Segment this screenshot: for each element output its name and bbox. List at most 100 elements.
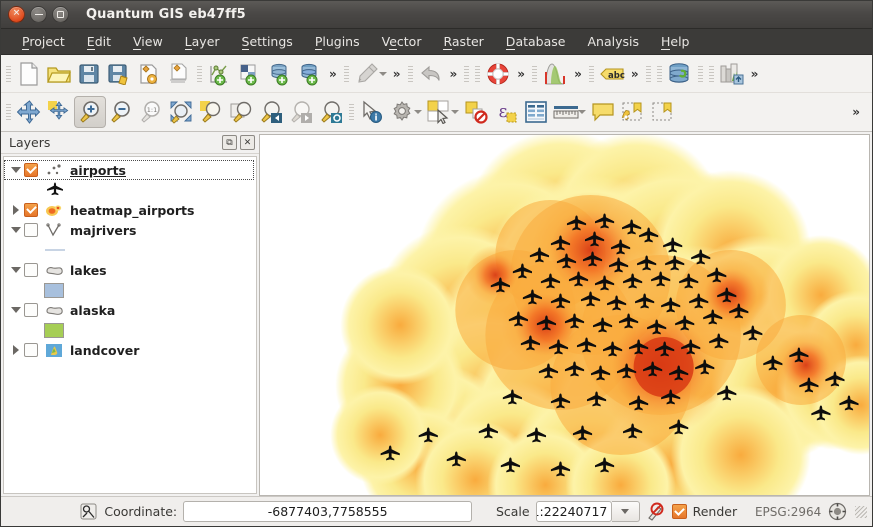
- layer-checkbox-alaska[interactable]: [24, 303, 38, 317]
- expand-toggle-airports[interactable]: [8, 167, 24, 173]
- menu-database[interactable]: Database: [495, 31, 577, 52]
- layer-checkbox-majrivers[interactable]: [24, 223, 38, 237]
- help-lifebuoy-icon[interactable]: [483, 58, 513, 90]
- overflow-chevron[interactable]: »: [325, 67, 341, 81]
- toolbar-grip[interactable]: [698, 66, 703, 82]
- toggle-editing-pencil-icon[interactable]: [352, 58, 382, 90]
- overflow-chevron[interactable]: »: [627, 67, 643, 81]
- new-project-icon[interactable]: [14, 58, 44, 90]
- label-abc-icon[interactable]: abc: [597, 58, 627, 90]
- menu-view[interactable]: View: [122, 31, 174, 52]
- toolbar-grip[interactable]: [349, 104, 354, 120]
- select-features-icon[interactable]: [424, 96, 454, 128]
- zoom-next-icon[interactable]: [286, 96, 316, 128]
- crs-globe-icon[interactable]: [827, 502, 847, 522]
- identify-features-icon[interactable]: i: [357, 96, 387, 128]
- add-spatialite-layer-icon[interactable]: [295, 58, 325, 90]
- layer-checkbox-lakes[interactable]: [24, 263, 38, 277]
- overflow-chevron[interactable]: »: [570, 67, 586, 81]
- toolbar-grip[interactable]: [657, 66, 662, 82]
- add-postgis-layer-icon[interactable]: [265, 58, 295, 90]
- zoom-to-selection-icon[interactable]: [196, 96, 226, 128]
- pan-to-selection-icon[interactable]: [44, 96, 74, 128]
- expand-toggle-alaska[interactable]: [8, 307, 24, 313]
- layer-checkbox-airports[interactable]: [24, 163, 38, 177]
- select-by-expression-icon[interactable]: ε: [491, 96, 521, 128]
- zoom-actual-size-icon[interactable]: 1:1: [136, 96, 166, 128]
- layer-row-landcover[interactable]: landcover: [4, 340, 256, 360]
- toolbar-grip[interactable]: [475, 66, 480, 82]
- histogram-icon[interactable]: [540, 58, 570, 90]
- refresh-icon[interactable]: [316, 96, 346, 128]
- menu-raster[interactable]: Raster: [432, 31, 494, 52]
- coordinate-capture-icon[interactable]: [78, 502, 98, 522]
- show-bookmarks-icon[interactable]: [648, 96, 678, 128]
- layer-row-alaska[interactable]: alaska: [4, 300, 256, 320]
- menu-vector[interactable]: Vector: [371, 31, 433, 52]
- toolbar-grip[interactable]: [464, 66, 469, 82]
- close-panel-button[interactable]: ✕: [240, 135, 255, 150]
- layers-tree[interactable]: airports heatmap_airports: [3, 156, 257, 494]
- pan-map-icon[interactable]: [14, 96, 44, 128]
- db-manager-icon[interactable]: [665, 58, 695, 90]
- new-bookmark-icon[interactable]: [618, 96, 648, 128]
- zoom-to-layer-icon[interactable]: [226, 96, 256, 128]
- menu-settings[interactable]: Settings: [231, 31, 304, 52]
- expand-toggle-majrivers[interactable]: [8, 227, 24, 233]
- layer-row-lakes[interactable]: lakes: [4, 260, 256, 280]
- zoom-full-icon[interactable]: [166, 96, 196, 128]
- map-canvas[interactable]: [259, 134, 870, 496]
- overflow-chevron[interactable]: »: [389, 67, 405, 81]
- measure-line-icon[interactable]: [551, 96, 581, 128]
- render-checkbox[interactable]: [672, 504, 687, 519]
- zoom-in-icon[interactable]: [74, 96, 106, 128]
- menu-layer[interactable]: Layer: [174, 31, 231, 52]
- layer-row-majrivers[interactable]: majrivers: [4, 220, 256, 240]
- menu-project[interactable]: Project: [11, 31, 76, 52]
- toolbar-grip[interactable]: [532, 66, 537, 82]
- float-panel-button[interactable]: ⧉: [222, 135, 237, 150]
- raster-terrain-icon[interactable]: [717, 58, 747, 90]
- save-project-as-icon[interactable]: [104, 58, 134, 90]
- save-project-icon[interactable]: [74, 58, 104, 90]
- menu-plugins[interactable]: Plugins: [304, 31, 371, 52]
- scale-combobox[interactable]: 1:22240717: [536, 501, 640, 522]
- expand-toggle-heatmap_airports[interactable]: [8, 205, 24, 215]
- layer-row-airports[interactable]: airports: [4, 160, 254, 180]
- zoom-out-icon[interactable]: [106, 96, 136, 128]
- layer-checkbox-heatmap_airports[interactable]: [24, 203, 38, 217]
- layer-checkbox-landcover[interactable]: [24, 343, 38, 357]
- open-project-icon[interactable]: [44, 58, 74, 90]
- chevron-down-icon[interactable]: [612, 501, 640, 522]
- toolbar-grip[interactable]: [6, 104, 11, 120]
- toolbar-grip[interactable]: [709, 66, 714, 82]
- expand-toggle-lakes[interactable]: [8, 267, 24, 273]
- minimize-window-button[interactable]: [30, 6, 47, 23]
- composer-manager-icon[interactable]: [164, 58, 194, 90]
- toolbar-grip[interactable]: [197, 66, 202, 82]
- overflow-chevron[interactable]: »: [747, 67, 763, 81]
- deselect-features-icon[interactable]: [461, 96, 491, 128]
- menu-analysis[interactable]: Analysis: [576, 31, 650, 52]
- menu-help[interactable]: Help: [650, 31, 701, 52]
- zoom-last-icon[interactable]: [256, 96, 286, 128]
- stop-render-icon[interactable]: [646, 502, 666, 522]
- resize-grip[interactable]: [855, 506, 867, 518]
- overflow-chevron[interactable]: »: [513, 67, 529, 81]
- new-print-composer-icon[interactable]: [134, 58, 164, 90]
- add-vector-layer-icon[interactable]: [205, 58, 235, 90]
- gear-icon[interactable]: [387, 96, 417, 128]
- open-attribute-table-icon[interactable]: [521, 96, 551, 128]
- expand-toggle-landcover[interactable]: [8, 345, 24, 355]
- overflow-chevron[interactable]: »: [848, 105, 864, 119]
- overflow-chevron[interactable]: »: [446, 67, 462, 81]
- map-tips-icon[interactable]: [588, 96, 618, 128]
- layer-row-heatmap_airports[interactable]: heatmap_airports: [4, 200, 256, 220]
- add-raster-layer-icon[interactable]: [235, 58, 265, 90]
- toolbar-grip[interactable]: [408, 66, 413, 82]
- coordinate-input[interactable]: -6877403,7758555: [183, 501, 472, 522]
- toolbar-grip[interactable]: [344, 66, 349, 82]
- undo-icon[interactable]: [416, 58, 446, 90]
- toolbar-grip[interactable]: [589, 66, 594, 82]
- toolbar-grip[interactable]: [6, 66, 11, 82]
